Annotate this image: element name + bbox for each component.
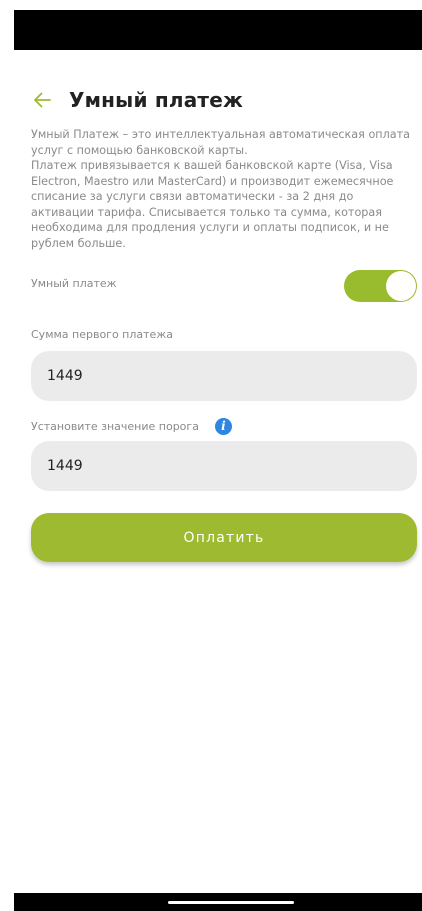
threshold-label-text: Установите значение порога xyxy=(31,420,199,433)
back-button[interactable] xyxy=(31,89,53,111)
description-paragraph: Умный Платеж – это интеллектуальная авто… xyxy=(31,128,410,157)
first-payment-input[interactable] xyxy=(31,351,417,401)
first-payment-label: Сумма первого платежа xyxy=(31,328,173,341)
threshold-input[interactable] xyxy=(31,441,417,491)
navigation-bar xyxy=(14,893,422,911)
page-header: Умный платеж xyxy=(31,86,243,114)
description-text: Умный Платеж – это интеллектуальная авто… xyxy=(31,127,415,251)
threshold-label: Установите значение порога i xyxy=(31,418,232,435)
smart-payment-label: Умный платеж xyxy=(31,277,117,290)
info-icon[interactable]: i xyxy=(214,418,232,435)
description-paragraph: Платеж привязывается к вашей банковской … xyxy=(31,159,394,250)
arrow-left-icon xyxy=(34,92,51,108)
smart-payment-toggle[interactable] xyxy=(344,270,417,302)
app-screen: Умный платеж Умный Платеж – это интеллек… xyxy=(0,0,422,911)
status-bar xyxy=(14,10,422,50)
toggle-knob xyxy=(386,271,416,301)
first-payment-label-text: Сумма первого платежа xyxy=(31,328,173,341)
pay-button[interactable]: Оплатить xyxy=(31,513,417,562)
page-title: Умный платеж xyxy=(69,88,244,112)
home-indicator[interactable] xyxy=(168,901,294,904)
